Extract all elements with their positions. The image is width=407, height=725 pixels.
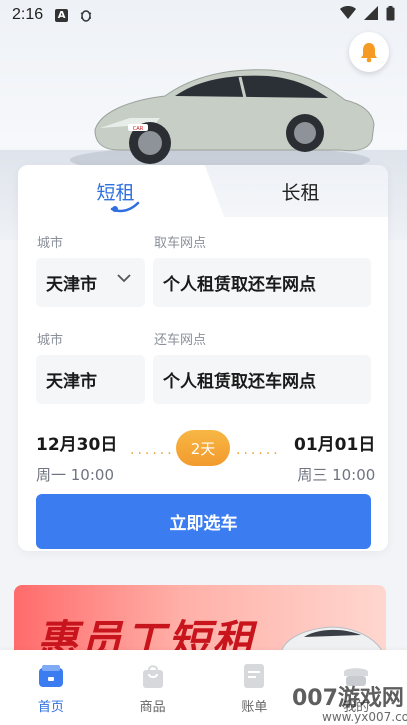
return-city-value: 天津市 xyxy=(46,372,97,392)
home-icon xyxy=(37,662,65,690)
a-icon: A xyxy=(55,8,69,22)
status-time: 2:16 xyxy=(12,6,44,23)
pickup-city-select[interactable]: 天津市 xyxy=(36,258,145,307)
start-date-picker[interactable]: 12月30日 周一 10:00 xyxy=(36,430,117,485)
duration-badge: 2天 xyxy=(176,430,230,466)
bug-icon xyxy=(78,7,94,23)
promo-banner-title: 惠员工短租 xyxy=(36,616,257,655)
rental-tabs: 短租 长租 xyxy=(18,165,388,217)
shopping-bag-icon xyxy=(139,662,167,690)
pickup-city-label: 城市 xyxy=(37,236,64,251)
booking-card: 短租 长租 城市 取车网点 天津市 个人租赁取还车网点 城市 还车网点 天津市 … xyxy=(18,165,388,551)
dotted-connector-right: ······ xyxy=(236,446,281,462)
tab-long-term-label: 长租 xyxy=(281,181,320,204)
nav-products[interactable]: 商品 xyxy=(102,650,204,725)
pickup-point-field[interactable]: 个人租赁取还车网点 xyxy=(153,258,371,307)
status-bar: 2:16 A xyxy=(0,0,407,30)
return-city-field[interactable]: 天津市 xyxy=(36,355,145,404)
tab-long-term[interactable]: 长租 xyxy=(204,165,388,217)
promo-banner[interactable]: 惠员工短租 xyxy=(14,585,386,655)
pickup-point-value: 个人租赁取还车网点 xyxy=(163,275,316,295)
watermark-main: 007游戏网 xyxy=(292,686,404,711)
chevron-down-icon xyxy=(117,274,131,283)
nav-home-label: 首页 xyxy=(37,700,64,715)
nav-bills-label: 账单 xyxy=(241,700,268,715)
dotted-connector-left: ······ xyxy=(130,446,175,462)
site-watermark: 007游戏网 www.yx007.com xyxy=(292,680,407,724)
notification-button[interactable] xyxy=(349,32,389,72)
watermark-url: www.yx007.com xyxy=(322,710,407,724)
return-point-label: 还车网点 xyxy=(154,333,207,348)
promo-car-image xyxy=(280,626,382,655)
signal-icon xyxy=(364,6,378,24)
bill-icon xyxy=(240,662,268,690)
select-car-button[interactable]: 立即选车 xyxy=(36,494,371,549)
return-point-value: 个人租赁取还车网点 xyxy=(163,372,316,392)
return-city-label: 城市 xyxy=(37,333,64,348)
battery-icon xyxy=(386,5,395,25)
nav-home[interactable]: 首页 xyxy=(0,650,102,725)
nav-products-label: 商品 xyxy=(139,700,166,715)
active-tab-indicator xyxy=(110,201,140,213)
nav-bills[interactable]: 账单 xyxy=(204,650,306,725)
duration-value: 2天 xyxy=(190,439,216,458)
bell-icon xyxy=(361,43,377,63)
start-date: 12月30日 xyxy=(36,435,118,455)
start-time: 周一 10:00 xyxy=(36,466,114,484)
end-date-picker[interactable]: 01月01日 周三 10:00 xyxy=(294,430,375,485)
end-time: 周三 10:00 xyxy=(297,466,376,484)
end-date: 01月01日 xyxy=(294,435,376,455)
pickup-point-label: 取车网点 xyxy=(154,236,207,251)
wifi-icon xyxy=(340,6,356,24)
return-point-field[interactable]: 个人租赁取还车网点 xyxy=(153,355,371,404)
pickup-city-value: 天津市 xyxy=(46,275,97,295)
svg-text:CAR: CAR xyxy=(133,126,144,132)
